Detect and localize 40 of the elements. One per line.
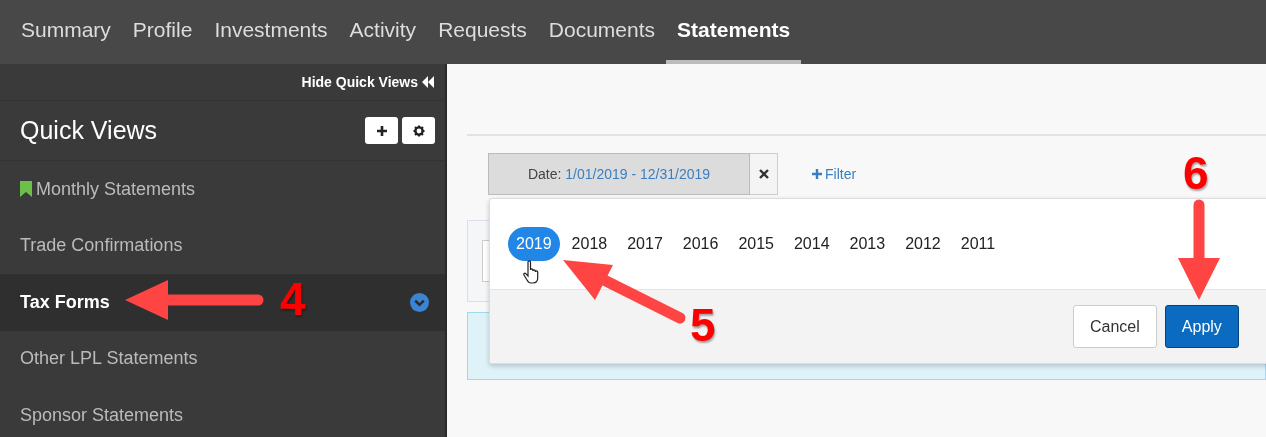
hide-quick-views-link[interactable]: Hide Quick Views [301,74,418,90]
year-option[interactable]: 2016 [674,227,727,261]
add-button[interactable] [365,117,398,144]
add-filter-link[interactable]: Filter [812,166,857,182]
plus-icon [375,124,388,137]
date-filter-chip[interactable]: Date: 1/01/2019 - 12/31/2019 [488,153,750,195]
settings-button[interactable] [402,117,435,144]
year-option[interactable]: 2012 [897,227,949,261]
hand-pointer-icon [523,260,541,284]
quick-view-item[interactable]: Monthly Statements [0,161,445,218]
nav-tab[interactable]: Profile [121,0,204,64]
remove-filter-button[interactable] [750,153,778,195]
apply-button[interactable]: Apply [1164,305,1239,348]
step-number: 4 [280,276,306,322]
year-option[interactable]: 2011 [952,227,1004,261]
chevron-down-icon[interactable] [410,293,429,312]
year-option[interactable]: 2019 [508,227,560,261]
double-chevron-left-icon[interactable] [421,76,435,88]
nav-tab[interactable]: Summary [10,0,122,64]
plus-icon [812,169,822,179]
year-option[interactable]: 2017 [619,227,671,261]
quick-views-title: Quick Views [20,116,158,145]
nav-tab[interactable]: Requests [427,0,538,64]
year-option[interactable]: 2013 [841,227,894,261]
cancel-button[interactable]: Cancel [1073,305,1157,348]
nav-tab[interactable]: Statements [666,0,802,64]
quick-view-item[interactable]: Other LPL Statements [0,330,445,387]
quick-view-item[interactable]: Trade Confirmations [0,217,445,274]
step-number: 5 [690,302,716,348]
nav-tab[interactable]: Documents [537,0,667,64]
close-icon [758,169,769,179]
date-filter-text: Date: 1/01/2019 - 12/31/2019 [527,166,711,182]
step-number: 6 [1183,150,1209,196]
nav-tab[interactable]: Investments [203,0,339,64]
nav-tab[interactable]: Activity [338,0,428,64]
quick-view-item[interactable]: Sponsor Statements [0,387,445,437]
gear-icon [412,124,425,137]
year-option[interactable]: 2015 [730,227,782,261]
year-option[interactable]: 2018 [563,227,616,261]
year-option[interactable]: 2014 [785,227,838,261]
